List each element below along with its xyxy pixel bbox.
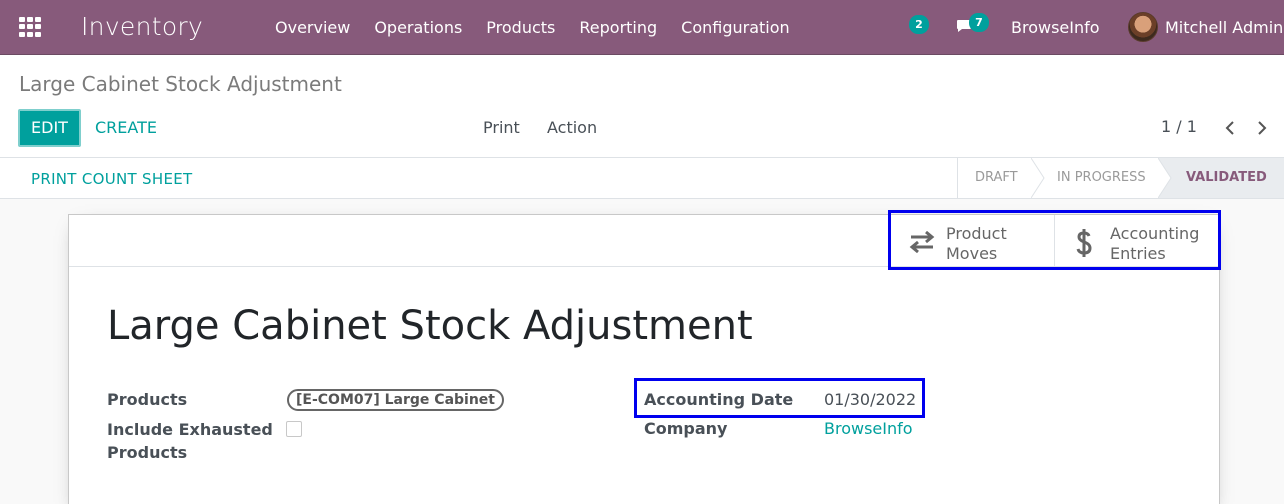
chevron-left-icon[interactable] (1222, 120, 1238, 136)
action-dropdown[interactable]: Action (547, 118, 597, 137)
highlight-box-smart-buttons (888, 210, 1221, 270)
menu-reporting[interactable]: Reporting (579, 18, 657, 37)
include-exhausted-label-line2: Products (107, 443, 188, 462)
chevron-right-icon[interactable] (1254, 120, 1270, 136)
menu-operations[interactable]: Operations (374, 18, 462, 37)
stage-draft: DRAFT (975, 170, 1018, 185)
include-exhausted-checkbox[interactable] (286, 421, 302, 437)
include-exhausted-label-line1: Include Exhausted (107, 420, 273, 439)
activity-button[interactable]: 2 (906, 12, 932, 36)
pager-value[interactable]: 1 / 1 (1161, 117, 1197, 136)
include-exhausted-label: Include Exhausted Products (107, 418, 273, 464)
company-link[interactable]: BrowseInfo (824, 417, 913, 440)
app-name[interactable]: Inventory (81, 12, 203, 41)
create-button[interactable]: CREATE (95, 118, 157, 137)
products-label: Products (107, 390, 188, 409)
company-label: Company (644, 419, 728, 438)
breadcrumb: Large Cabinet Stock Adjustment (19, 72, 342, 96)
stage-validated: VALIDATED (1186, 170, 1267, 185)
print-count-sheet-button[interactable]: PRINT COUNT SHEET (31, 170, 192, 188)
status-bar: PRINT COUNT SHEET DRAFT IN PROGRESS VALI… (0, 158, 1284, 199)
company-switcher[interactable]: BrowseInfo (1011, 18, 1100, 37)
apps-grid-icon[interactable] (19, 17, 41, 37)
stage-in-progress: IN PROGRESS (1057, 170, 1146, 185)
user-menu[interactable]: Mitchell Admin (1165, 18, 1283, 37)
product-tag[interactable]: [E-COM07] Large Cabinet (287, 389, 504, 411)
stage-arrow-separator (1031, 158, 1045, 198)
print-dropdown[interactable]: Print (483, 118, 520, 137)
messages-count-badge: 7 (969, 13, 989, 32)
stage-divider (957, 158, 958, 198)
main-menu: Overview Operations Products Reporting C… (275, 18, 814, 37)
menu-products[interactable]: Products (486, 18, 555, 37)
user-avatar[interactable] (1128, 12, 1158, 42)
stage-arrow-separator (1158, 158, 1172, 198)
record-title: Large Cabinet Stock Adjustment (107, 303, 753, 349)
menu-configuration[interactable]: Configuration (681, 18, 790, 37)
menu-overview[interactable]: Overview (275, 18, 350, 37)
top-navbar: Inventory Overview Operations Products R… (0, 0, 1284, 55)
control-panel: Large Cabinet Stock Adjustment EDIT CREA… (0, 55, 1284, 158)
edit-button[interactable]: EDIT (18, 109, 81, 147)
highlight-box-accounting-date (634, 378, 925, 418)
stage-pipeline: DRAFT IN PROGRESS VALIDATED (957, 158, 1284, 198)
activity-count-badge: 2 (909, 15, 929, 34)
